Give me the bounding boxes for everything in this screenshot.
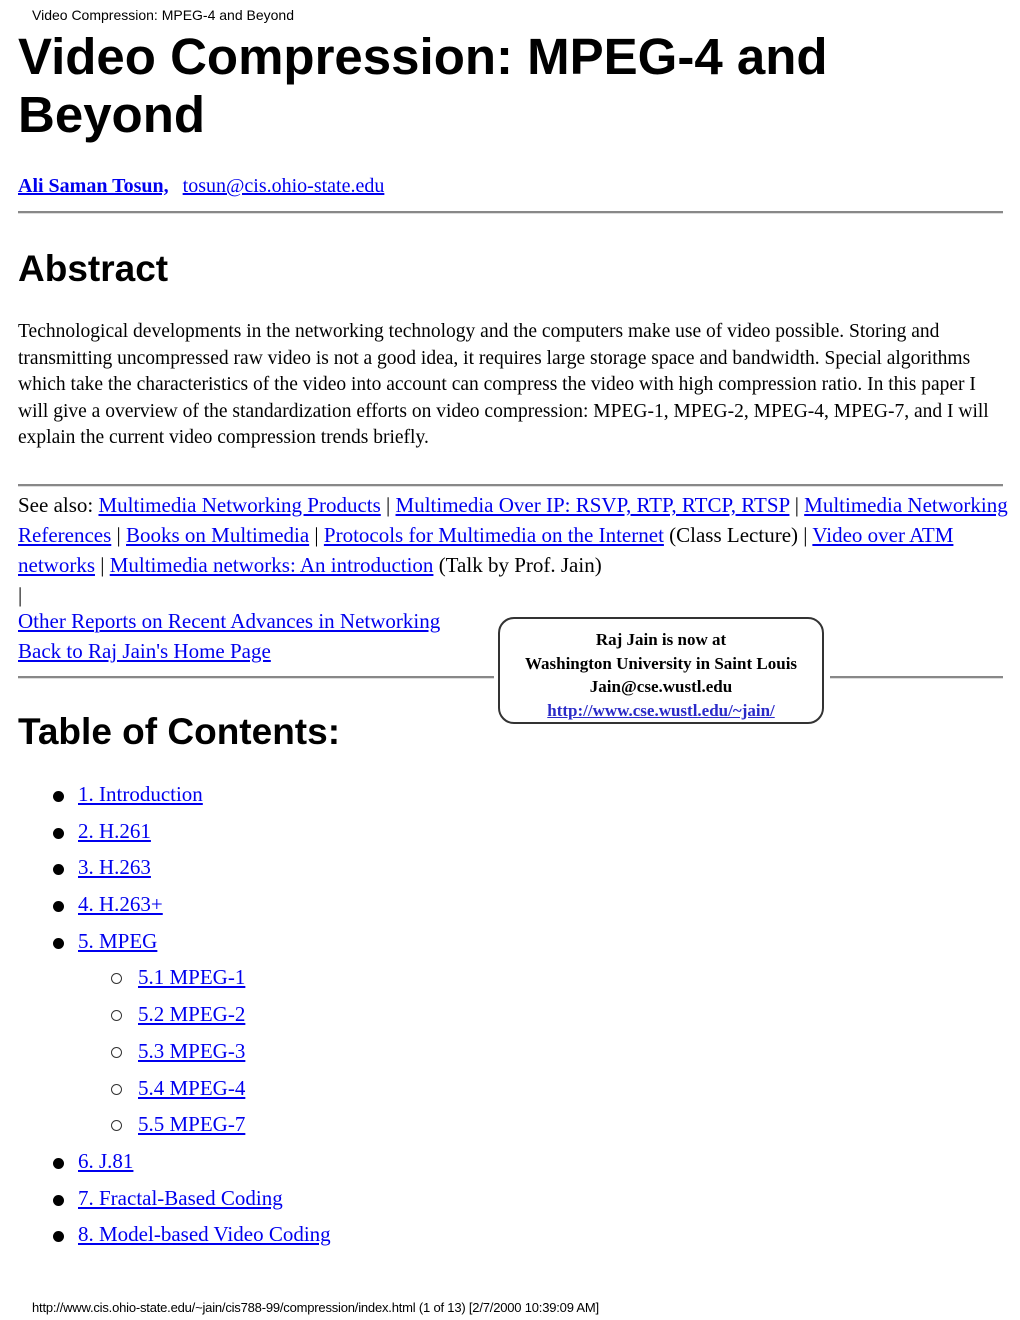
toc-item: 2. H.261 — [0, 813, 331, 850]
divider — [830, 676, 1003, 679]
toc-link-mpeg-7[interactable]: 5.5 MPEG-7 — [138, 1112, 245, 1136]
separator: | — [95, 553, 110, 577]
toc-item: 1. Introduction — [0, 776, 331, 813]
bullet-circle-icon — [111, 1046, 122, 1058]
toc-subitem: 5.4 MPEG-4 — [0, 1070, 331, 1107]
separator: | — [380, 493, 396, 517]
bullet-circle-icon — [111, 1010, 122, 1022]
bullet-disc-icon — [53, 901, 64, 913]
see-also-label: See also: — [18, 493, 99, 517]
bullet-disc-icon — [53, 864, 64, 876]
toc-heading: Table of Contents: — [18, 711, 341, 752]
bullet-circle-icon — [111, 1083, 122, 1095]
nav-links: Other Reports on Recent Advances in Netw… — [18, 606, 440, 666]
author-email-link[interactable]: tosun@cis.ohio-state.edu — [183, 175, 385, 197]
page-header: Video Compression: MPEG-4 and Beyond — [32, 7, 294, 23]
bullet-circle-icon — [111, 973, 122, 985]
divider — [18, 484, 1003, 487]
divider — [18, 676, 494, 679]
toc-item: 3. H.263 — [0, 849, 331, 886]
author-name-link[interactable]: Ali Saman Tosun, — [18, 175, 169, 197]
link-protocols-for-multimedia[interactable]: Protocols for Multimedia on the Internet — [324, 523, 664, 547]
link-multimedia-over-ip[interactable]: Multimedia Over IP: RSVP, RTP, RTCP, RTS… — [396, 493, 790, 517]
separator: | — [111, 523, 126, 547]
divider — [18, 211, 1003, 214]
toc-link-mpeg-1[interactable]: 5.1 MPEG-1 — [138, 965, 245, 989]
toc-link-h261[interactable]: 2. H.261 — [78, 819, 151, 843]
toc-link-h263-plus[interactable]: 4. H.263+ — [78, 892, 163, 916]
bullet-disc-icon — [53, 937, 64, 949]
toc-subitem: 5.5 MPEG-7 — [0, 1106, 331, 1143]
toc-subitem: 5.2 MPEG-2 — [0, 996, 331, 1033]
abstract-text: Technological developments in the networ… — [18, 321, 989, 448]
bullet-disc-icon — [53, 1194, 64, 1206]
toc-item: 8. Model-based Video Coding — [0, 1216, 331, 1253]
bullet-disc-icon — [53, 1157, 64, 1169]
toc-link-mpeg-2[interactable]: 5.2 MPEG-2 — [138, 1002, 245, 1026]
separator: | — [309, 523, 324, 547]
bullet-disc-icon — [53, 827, 64, 839]
notice-line-2: Washington University in Saint Louis — [524, 653, 798, 673]
talk-note: (Talk by Prof. Jain) — [433, 553, 602, 577]
toc-link-fractal-coding[interactable]: 7. Fractal-Based Coding — [78, 1186, 283, 1210]
separator: | — [18, 583, 23, 607]
toc-link-h263[interactable]: 3. H.263 — [78, 855, 151, 879]
bullet-circle-icon — [111, 1120, 122, 1132]
link-books-on-multimedia[interactable]: Books on Multimedia — [126, 523, 309, 547]
toc-subitem: 5.1 MPEG-1 — [0, 959, 331, 996]
toc-link-mpeg-3[interactable]: 5.3 MPEG-3 — [138, 1039, 245, 1063]
toc-item: 5. MPEG — [0, 923, 331, 960]
page-footer: http://www.cis.ohio-state.edu/~jain/cis7… — [32, 1300, 599, 1315]
class-lecture-note: (Class Lecture) — [669, 523, 799, 547]
link-multimedia-networking-products[interactable]: Multimedia Networking Products — [98, 493, 380, 517]
page-title: Video Compression: MPEG-4 and Beyond — [18, 28, 828, 143]
toc-link-introduction[interactable]: 1. Introduction — [78, 782, 203, 806]
toc-subitem: 5.3 MPEG-3 — [0, 1033, 331, 1070]
link-other-reports[interactable]: Other Reports on Recent Advances in Netw… — [18, 606, 440, 636]
bullet-disc-icon — [53, 791, 64, 802]
author-line: Ali Saman Tosun, tosun@cis.ohio-state.edu — [18, 175, 384, 198]
notice-line-3: Jain@cse.wustl.edu — [589, 677, 733, 696]
toc-item: 7. Fractal-Based Coding — [0, 1180, 331, 1217]
toc-link-mpeg[interactable]: 5. MPEG — [78, 929, 157, 953]
separator: | — [798, 523, 813, 547]
link-back-home[interactable]: Back to Raj Jain's Home Page — [18, 636, 440, 666]
notice-homepage-link[interactable]: http://www.cse.wustl.edu/~jain/ — [547, 701, 775, 720]
bullet-disc-icon — [53, 1231, 64, 1243]
abstract-heading: Abstract — [18, 248, 169, 289]
see-also: See also: Multimedia Networking Products… — [18, 490, 1008, 610]
toc-item: 4. H.263+ — [0, 886, 331, 923]
toc-link-j81[interactable]: 6. J.81 — [78, 1149, 133, 1173]
toc-item: 6. J.81 — [0, 1143, 331, 1180]
relocation-notice: Raj Jain is now at Washington University… — [498, 617, 824, 724]
notice-line-1: Raj Jain is now at — [595, 630, 727, 649]
separator: | — [789, 493, 805, 517]
toc-link-model-based-coding[interactable]: 8. Model-based Video Coding — [78, 1222, 331, 1246]
toc-link-mpeg-4[interactable]: 5.4 MPEG-4 — [138, 1076, 245, 1100]
link-multimedia-networks-intro[interactable]: Multimedia networks: An introduction — [110, 553, 434, 577]
table-of-contents: 1. Introduction 2. H.261 3. H.263 4. H.2… — [0, 776, 331, 1253]
